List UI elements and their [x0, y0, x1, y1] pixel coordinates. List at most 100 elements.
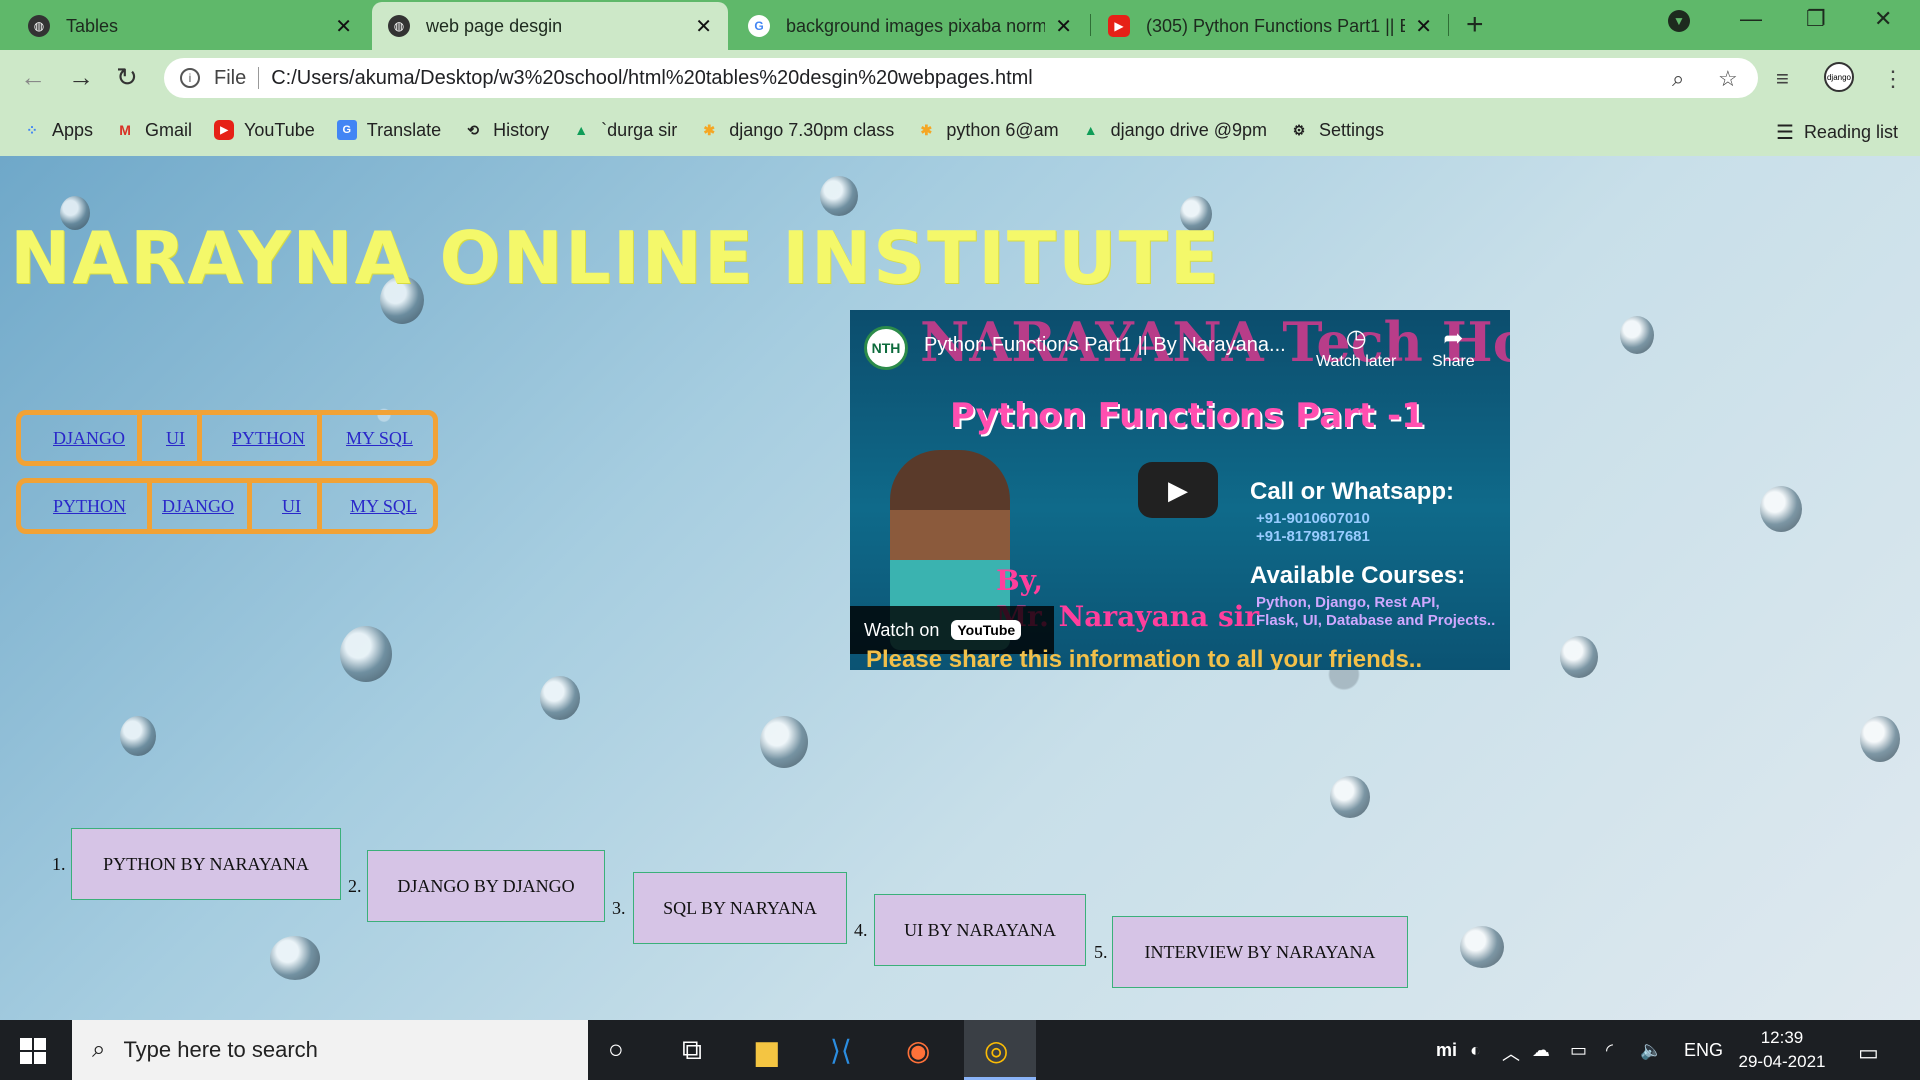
battery-icon[interactable]: ▭: [1570, 1040, 1587, 1061]
minimize-icon[interactable]: —: [1740, 6, 1762, 32]
tab-separator: [1448, 14, 1449, 36]
reading-list-label: Reading list: [1803, 122, 1898, 142]
taskbar: ⌕ Type here to search ○ ⧉ ▆ ⟩⟨ ◉ ◎ mi ◐ …: [0, 1020, 1920, 1080]
link-mysql[interactable]: MY SQL: [350, 496, 417, 517]
link-python[interactable]: PYTHON: [232, 428, 305, 449]
courses-text: Python, Django, Rest API,: [1256, 594, 1440, 611]
raindrop-decoration: [760, 716, 808, 768]
list-number: 5.: [1094, 942, 1108, 962]
close-window-icon[interactable]: ✕: [1874, 6, 1892, 32]
link-ui[interactable]: UI: [282, 496, 301, 517]
onedrive-icon[interactable]: ☁: [1532, 1040, 1550, 1061]
link-ui[interactable]: UI: [166, 428, 185, 449]
bookmark-youtube[interactable]: ▶ YouTube: [214, 120, 315, 141]
gear-icon: ⚙: [1292, 121, 1306, 138]
bookmark-label: YouTube: [244, 119, 315, 140]
list-item-label: PYTHON BY NARAYANA: [103, 853, 309, 874]
chrome-icon[interactable]: ◎: [984, 1034, 1008, 1067]
mi-icon[interactable]: mi: [1436, 1040, 1457, 1061]
watch-later-button[interactable]: ◷ Watch later: [1316, 324, 1396, 371]
share-button[interactable]: ➦ Share: [1432, 324, 1475, 371]
file-explorer-icon[interactable]: ▆: [756, 1034, 778, 1067]
bookmark-label: Apps: [52, 119, 94, 140]
bookmark-translate[interactable]: G Translate: [336, 120, 441, 141]
link-mysql[interactable]: MY SQL: [346, 428, 413, 449]
list-number: 3.: [612, 898, 626, 918]
vscode-icon[interactable]: ⟩⟨: [830, 1034, 852, 1067]
firefox-icon[interactable]: ◉: [906, 1034, 930, 1067]
notification-icon[interactable]: ▭: [1858, 1040, 1879, 1066]
raindrop-decoration: [1860, 716, 1900, 762]
bookmark-durga-sir[interactable]: ▲ `durga sir: [571, 120, 677, 141]
courses-heading: Available Courses:: [1250, 562, 1466, 589]
bookmark-python-6am[interactable]: ✱ python 6@am: [916, 120, 1058, 141]
zoom-icon[interactable]: ⌕: [1672, 66, 1684, 92]
by-label: By,: [996, 564, 1044, 597]
tab-tables[interactable]: ◍ Tables ✕: [12, 2, 368, 50]
video-title[interactable]: Python Functions Part1 || By Narayana...: [924, 334, 1286, 357]
channel-badge: NTH: [871, 340, 901, 356]
bookmark-django-drive[interactable]: ▲ django drive @9pm: [1081, 120, 1267, 141]
drive-icon: ▲: [1083, 122, 1098, 138]
list-number: 2.: [348, 876, 362, 896]
steam-icon[interactable]: ◐: [1470, 1040, 1481, 1061]
tab-web-page-desgin[interactable]: ◍ web page desgin ✕: [372, 2, 728, 50]
url-text[interactable]: C:/Users/akuma/Desktop/w3%20school/html%…: [271, 67, 1033, 90]
reload-icon[interactable]: ↻: [116, 62, 138, 93]
clock[interactable]: 12:39 29-04-2021: [1736, 1026, 1828, 1074]
reading-list[interactable]: ☰ Reading list: [1776, 120, 1898, 145]
forward-icon[interactable]: →: [68, 62, 94, 93]
new-tab-icon[interactable]: +: [1466, 8, 1484, 42]
taskbar-search-input[interactable]: ⌕ Type here to search: [72, 1020, 588, 1080]
media-control-icon[interactable]: ≡: [1776, 66, 1789, 92]
tab-python-functions[interactable]: ▶ (305) Python Functions Part1 || By ✕: [1092, 2, 1448, 50]
bookmark-star-icon[interactable]: ☆: [1718, 66, 1738, 92]
share-icon: ➦: [1443, 325, 1464, 352]
close-tab-icon[interactable]: ✕: [335, 14, 352, 39]
tab-separator: [1090, 14, 1091, 36]
watch-on-label: Watch on: [864, 619, 940, 640]
bookmark-django-class[interactable]: ✱ django 7.30pm class: [699, 120, 894, 141]
address-bar[interactable]: i File C:/Users/akuma/Desktop/w3%20schoo…: [164, 58, 1758, 98]
info-icon[interactable]: i: [180, 68, 200, 88]
avatar[interactable]: django: [1824, 62, 1854, 92]
list-item-label: UI BY NARAYANA: [904, 919, 1056, 940]
volume-icon[interactable]: 🔈: [1640, 1040, 1662, 1061]
star-burst-icon: ✱: [920, 121, 933, 138]
link-python[interactable]: PYTHON: [53, 496, 126, 517]
table-cell: DJANGO: [21, 415, 137, 461]
clock-time: 12:39: [1760, 1028, 1804, 1047]
menu-kebab-icon[interactable]: ⋮: [1882, 66, 1904, 92]
bookmarks-bar: ⁘ Apps M Gmail ▶ YouTube G Translate ⟲ H…: [0, 110, 1920, 150]
bookmark-gmail[interactable]: M Gmail: [115, 120, 192, 141]
table-cell: PYTHON: [197, 415, 317, 461]
search-placeholder: Type here to search: [123, 1037, 318, 1062]
link-table-2: PYTHON DJANGO UI MY SQL: [16, 478, 438, 534]
tab-background-images[interactable]: G background images pixaba norm ✕: [732, 2, 1088, 50]
youtube-embed[interactable]: NARAYANA Tech House NTH Python Functions…: [850, 310, 1510, 670]
language-indicator[interactable]: ENG: [1684, 1040, 1723, 1061]
bookmark-settings[interactable]: ⚙ Settings: [1289, 120, 1384, 141]
link-django[interactable]: DJANGO: [162, 496, 234, 517]
windows-start-icon[interactable]: [20, 1038, 46, 1064]
restore-icon[interactable]: ❐: [1806, 6, 1826, 32]
tab-strip: ◍ Tables ✕ ◍ web page desgin ✕ G backgro…: [0, 0, 1920, 50]
bookmark-label: `durga sir: [601, 119, 678, 140]
bookmark-apps[interactable]: ⁘ Apps: [22, 120, 93, 141]
chevron-up-icon[interactable]: ︿: [1502, 1040, 1520, 1066]
video-thumbnail-headline: Python Functions Part -1: [950, 396, 1425, 436]
back-icon[interactable]: ←: [20, 62, 46, 93]
tab-search-icon[interactable]: ▼: [1668, 10, 1690, 32]
list-item: UI BY NARAYANA: [874, 894, 1086, 966]
close-tab-icon[interactable]: ✕: [695, 14, 712, 39]
channel-avatar[interactable]: NTH: [864, 326, 908, 370]
raindrop-decoration: [1760, 486, 1802, 532]
link-django[interactable]: DJANGO: [53, 428, 125, 449]
close-tab-icon[interactable]: ✕: [1415, 14, 1432, 39]
bookmark-history[interactable]: ⟲ History: [463, 120, 549, 141]
wifi-icon[interactable]: ◜: [1606, 1040, 1613, 1061]
play-button[interactable]: ▶: [1138, 462, 1218, 518]
close-tab-icon[interactable]: ✕: [1055, 14, 1072, 39]
cortana-icon[interactable]: ○: [608, 1034, 624, 1065]
task-view-icon[interactable]: ⧉: [682, 1034, 702, 1067]
